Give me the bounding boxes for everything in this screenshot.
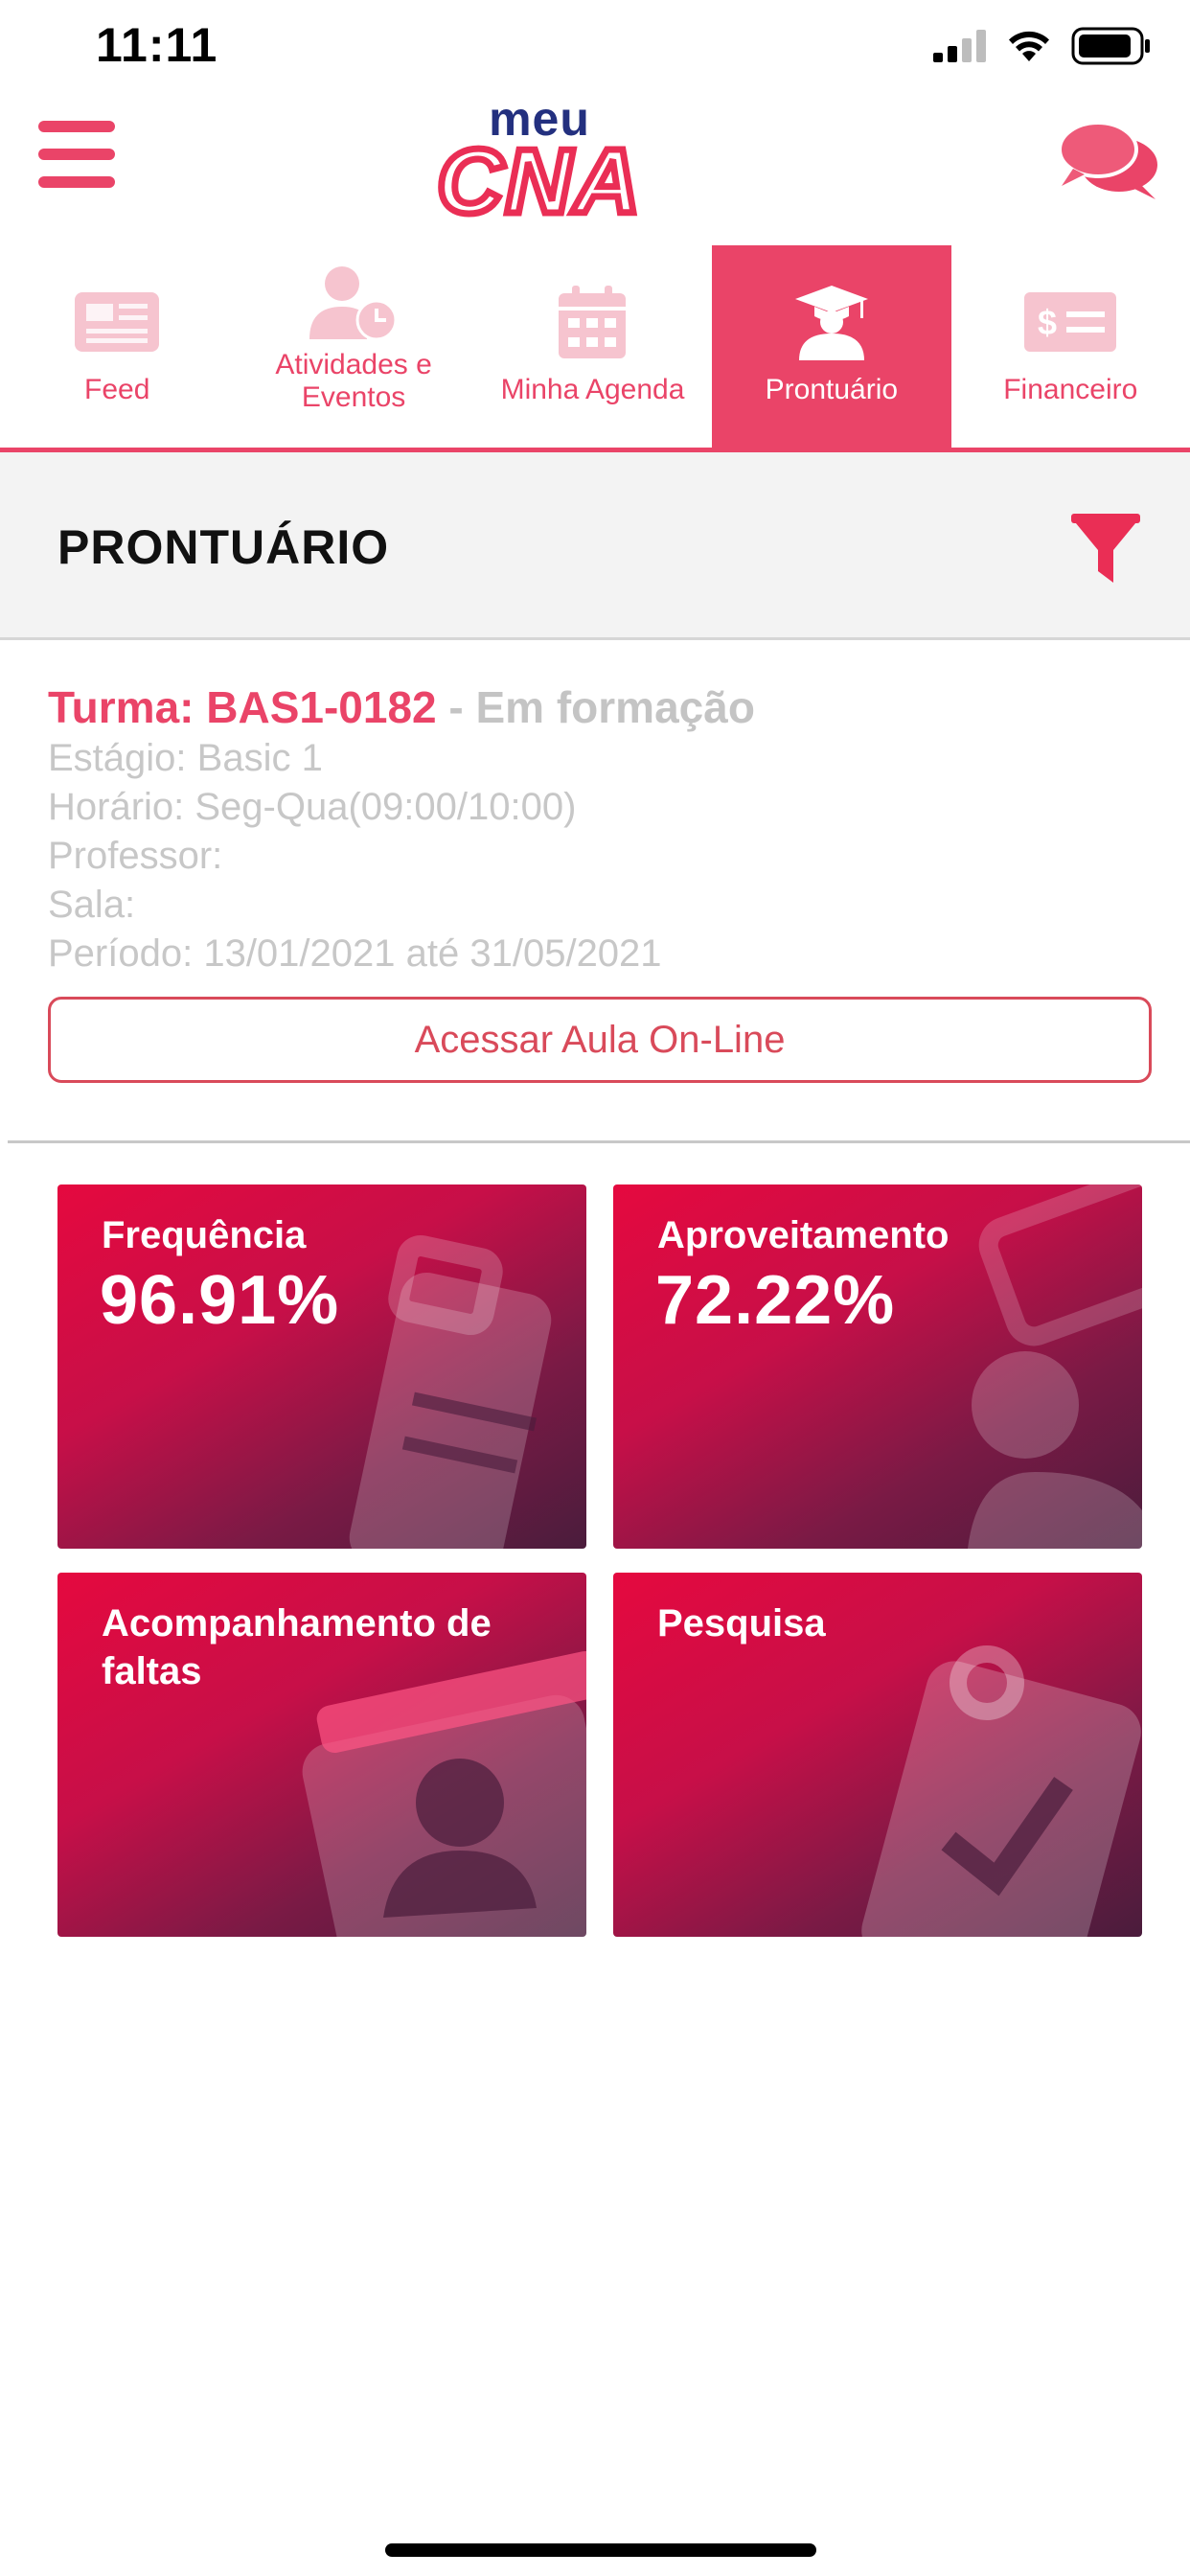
card-title: Acompanhamento de faltas bbox=[102, 1602, 492, 1692]
card-frequencia[interactable]: Frequência 96.91% bbox=[57, 1184, 586, 1549]
hamburger-line bbox=[38, 176, 115, 188]
user-clock-icon bbox=[309, 266, 398, 341]
access-online-class-button[interactable]: Acessar Aula On-Line bbox=[48, 997, 1152, 1083]
logo-text-bottom: CNA bbox=[437, 140, 642, 222]
menu-button[interactable] bbox=[38, 121, 115, 188]
tab-label: Minha Agenda bbox=[500, 374, 685, 405]
tab-label: Financeiro bbox=[1003, 374, 1138, 405]
filter-icon bbox=[1071, 514, 1140, 583]
chat-button[interactable] bbox=[1056, 117, 1161, 203]
section-header: PRONTUÁRIO bbox=[0, 452, 1190, 640]
calendar-icon bbox=[559, 286, 627, 358]
card-title: Frequência bbox=[102, 1214, 307, 1256]
tab-label: Prontuário bbox=[765, 374, 899, 405]
card-aproveitamento[interactable]: Aproveitamento 72.22% bbox=[613, 1184, 1142, 1549]
hamburger-line bbox=[38, 121, 115, 132]
card-acompanhamento-faltas[interactable]: Acompanhamento de faltas bbox=[57, 1573, 586, 1937]
home-indicator bbox=[385, 2543, 816, 2557]
filter-button[interactable] bbox=[1067, 512, 1144, 588]
chat-bubbles-icon bbox=[1058, 121, 1157, 199]
tab-atividades-eventos[interactable]: Atividades e Eventos bbox=[234, 245, 472, 448]
card-title: Pesquisa bbox=[657, 1602, 826, 1644]
divider bbox=[8, 1140, 1190, 1143]
hamburger-line bbox=[38, 149, 115, 160]
graduate-icon bbox=[794, 286, 868, 360]
status-icons bbox=[933, 27, 1152, 65]
newspaper-icon bbox=[75, 292, 160, 352]
app-header: meu CNA bbox=[0, 92, 1190, 245]
class-period: Período: 13/01/2021 até 31/05/2021 bbox=[48, 932, 662, 975]
card-value: 72.22% bbox=[655, 1262, 896, 1339]
tab-bar: Feed Atividades e Eventos Minha Agenda P… bbox=[0, 245, 1190, 452]
class-code: Turma: BAS1-0182 bbox=[48, 682, 437, 732]
tab-feed[interactable]: Feed bbox=[0, 245, 234, 448]
money-bill-icon: $ bbox=[1024, 292, 1117, 352]
tab-label: Feed bbox=[84, 374, 150, 405]
cellular-signal-icon bbox=[933, 30, 986, 62]
card-value: 96.91% bbox=[100, 1262, 340, 1339]
class-title: Turma: BAS1-0182 - Em formação bbox=[48, 680, 1150, 734]
class-info: Turma: BAS1-0182 - Em formação Estágio: … bbox=[48, 680, 1150, 978]
svg-text:$: $ bbox=[1038, 303, 1057, 342]
class-room: Sala: bbox=[48, 884, 136, 926]
card-pesquisa[interactable]: Pesquisa bbox=[613, 1573, 1142, 1937]
class-teacher: Professor: bbox=[48, 835, 223, 877]
wifi-icon bbox=[1009, 31, 1049, 61]
logo-cna: CNA bbox=[434, 127, 644, 237]
status-time: 11:11 bbox=[96, 18, 218, 72]
class-stage: Estágio: Basic 1 bbox=[48, 737, 323, 779]
class-schedule: Horário: Seg-Qua(09:00/10:00) bbox=[48, 786, 577, 828]
app-logo: meu CNA bbox=[400, 92, 678, 237]
logo-text-top: meu bbox=[489, 92, 590, 146]
tab-minha-agenda[interactable]: Minha Agenda bbox=[473, 245, 712, 448]
tab-label: Atividades e Eventos bbox=[275, 349, 432, 413]
tab-prontuario[interactable]: Prontuário bbox=[712, 245, 951, 448]
tab-financeiro[interactable]: $ Financeiro bbox=[951, 245, 1190, 448]
card-title: Aproveitamento bbox=[657, 1214, 950, 1256]
class-status: - Em formação bbox=[436, 682, 755, 732]
page-title: PRONTUÁRIO bbox=[57, 520, 390, 574]
status-bar: 11:11 bbox=[0, 0, 1190, 92]
battery-icon bbox=[1071, 27, 1150, 65]
